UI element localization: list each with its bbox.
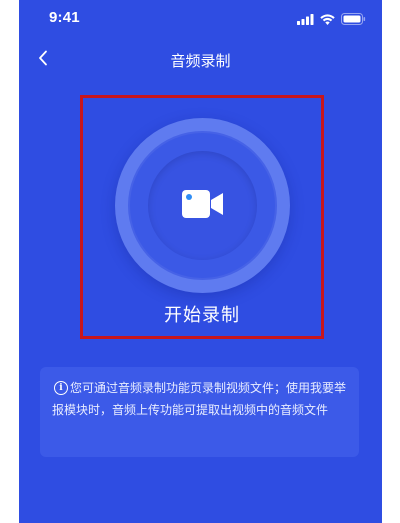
info-text: 您可通过音频录制功能页录制视频文件；使用我要举报模块时，音频上传功能可提取出视频… xyxy=(52,381,347,417)
page-title: 音频录制 xyxy=(170,52,231,70)
status-icons xyxy=(297,10,366,29)
navigation-bar: 音频录制 xyxy=(19,40,382,80)
info-icon: i xyxy=(54,381,68,395)
info-notice: i 您可通过音频录制功能页录制视频文件；使用我要举报模块时，音频上传功能可提取出… xyxy=(40,367,359,457)
signal-icon xyxy=(297,10,314,29)
battery-icon xyxy=(341,10,366,29)
record-button-outer-ring xyxy=(115,118,290,293)
start-recording-label[interactable]: 开始录制 xyxy=(83,301,321,327)
record-button-middle-ring xyxy=(128,131,277,280)
status-bar: 9:41 xyxy=(19,0,382,34)
wifi-icon xyxy=(320,10,335,29)
record-button[interactable] xyxy=(148,151,257,260)
app-screen: 9:41 音频录制 开始录制 i 您可通过音频录制功能页录制视频文件；使用我要举… xyxy=(19,0,382,523)
status-time: 9:41 xyxy=(49,9,80,26)
video-camera-icon xyxy=(181,189,224,222)
record-area-highlight: 开始录制 xyxy=(80,95,324,339)
